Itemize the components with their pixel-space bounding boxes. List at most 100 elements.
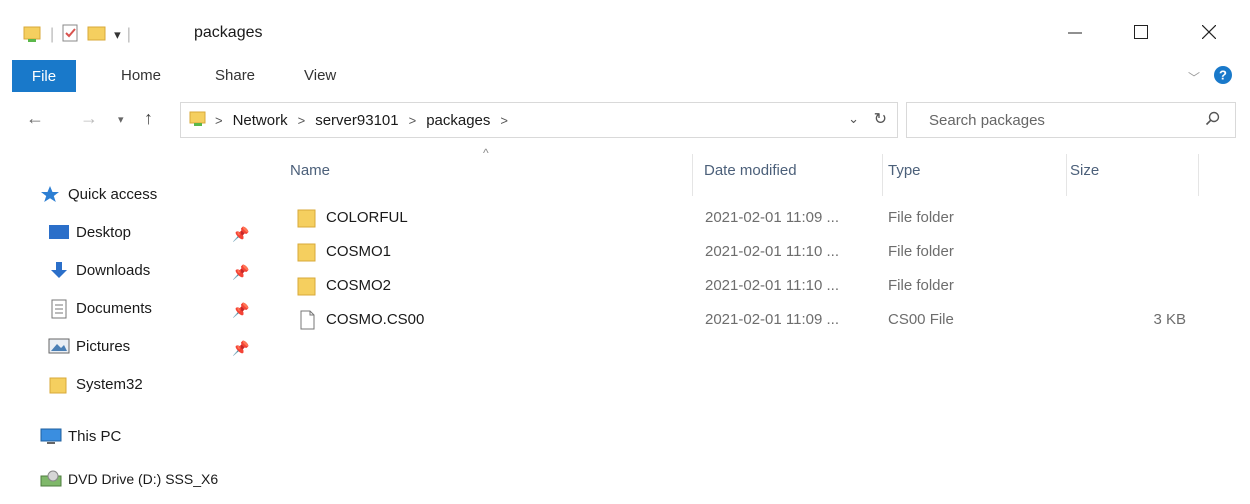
title-bar: | ▾ | packages — [0, 0, 1250, 66]
navigation-pane: Quick access Desktop 📌 Downloads 📌 Docum… — [0, 150, 265, 504]
computer-icon — [40, 427, 62, 445]
folder-icon — [296, 275, 318, 301]
maximize-button[interactable] — [1118, 12, 1164, 52]
file-list: ^ Name Date modified Type Size COLORFUL … — [270, 146, 1250, 504]
window-title: packages — [194, 24, 263, 41]
tab-home[interactable]: Home — [121, 67, 161, 84]
pin-icon[interactable]: 📌 — [232, 302, 249, 319]
ribbon-tabs: File Home Share View ﹀ ? — [0, 60, 1250, 92]
search-icon — [1205, 111, 1221, 131]
table-row[interactable]: COSMO2 2021-02-01 11:10 ... File folder — [290, 269, 1230, 303]
svg-text:?: ? — [1219, 68, 1227, 83]
navigation-bar: ← → ▾ ↑ > Network > server93101 > packag… — [0, 100, 1250, 142]
refresh-icon[interactable]: ↻ — [874, 109, 887, 129]
expand-ribbon-icon[interactable]: ﹀ — [1188, 69, 1200, 86]
quick-access-toolbar: | ▾ | — [22, 22, 131, 48]
folder-icon — [296, 207, 318, 233]
desktop-icon — [48, 223, 70, 241]
file-name: COLORFUL — [326, 209, 408, 226]
nav-item-this-pc[interactable]: This PC — [40, 427, 121, 445]
column-header-type[interactable]: Type — [888, 162, 921, 179]
breadcrumb-separator[interactable]: > — [215, 113, 223, 128]
network-folder-icon — [189, 108, 209, 132]
folder-icon — [296, 241, 318, 267]
file-type: File folder — [888, 277, 954, 294]
nav-item-quick-access[interactable]: Quick access — [40, 185, 157, 203]
pin-icon[interactable]: 📌 — [232, 226, 249, 243]
file-type: File folder — [888, 209, 954, 226]
nav-item-system32[interactable]: System32 — [48, 375, 143, 394]
file-name: COSMO2 — [326, 277, 392, 294]
file-name: COSMO1 — [326, 243, 392, 260]
file-size: 3 KB — [1153, 311, 1186, 328]
nav-item-label: System32 — [76, 375, 143, 393]
nav-item-label: This PC — [68, 427, 122, 445]
pin-icon[interactable]: 📌 — [232, 340, 249, 357]
close-button[interactable] — [1186, 12, 1232, 52]
nav-item-downloads[interactable]: Downloads — [48, 261, 150, 279]
star-icon — [40, 185, 62, 203]
breadcrumb-separator[interactable]: > — [409, 113, 417, 128]
file-date: 2021-02-01 11:09 ... — [705, 209, 839, 226]
table-row[interactable]: COLORFUL 2021-02-01 11:09 ... File folde… — [290, 201, 1230, 235]
column-divider[interactable] — [1198, 154, 1199, 196]
properties-icon[interactable] — [60, 23, 80, 47]
table-row[interactable]: COSMO.CS00 2021-02-01 11:09 ... CS00 Fil… — [290, 303, 1230, 337]
close-icon — [1202, 25, 1216, 39]
file-date: 2021-02-01 11:10 ... — [705, 243, 839, 260]
download-icon — [48, 261, 70, 279]
up-arrow-icon[interactable]: ↑ — [144, 108, 153, 129]
toolbar-divider: | — [50, 26, 55, 43]
nav-item-label: Pictures — [76, 337, 131, 355]
nav-item-pictures[interactable]: Pictures — [48, 337, 130, 355]
file-icon — [296, 309, 318, 335]
address-dropdown-icon[interactable]: ⌄ — [848, 111, 859, 127]
nav-item-label: Desktop — [76, 223, 132, 241]
minimize-button[interactable] — [1052, 12, 1098, 52]
search-box[interactable]: Search packages — [906, 102, 1236, 138]
back-arrow-icon[interactable]: ← — [26, 108, 44, 129]
maximize-icon — [1134, 25, 1148, 39]
file-type: File folder — [888, 243, 954, 260]
new-folder-icon[interactable] — [86, 22, 108, 48]
customize-toolbar-icon[interactable]: ▾ — [114, 27, 121, 43]
nav-item-label: Downloads — [76, 261, 151, 279]
file-type: CS00 File — [888, 311, 954, 328]
column-header-size[interactable]: Size — [1070, 162, 1099, 179]
folder-network-icon[interactable] — [22, 22, 44, 48]
table-row[interactable]: COSMO1 2021-02-01 11:10 ... File folder — [290, 235, 1230, 269]
sort-ascending-icon: ^ — [483, 146, 489, 160]
nav-item-label: Documents — [76, 299, 152, 317]
breadcrumb-packages[interactable]: packages — [426, 112, 490, 129]
help-icon[interactable]: ? — [1214, 66, 1232, 88]
breadcrumb-separator[interactable]: > — [298, 113, 306, 128]
minimize-icon — [1068, 32, 1082, 34]
pin-icon[interactable]: 📌 — [232, 264, 249, 281]
nav-item-documents[interactable]: Documents — [48, 299, 152, 319]
breadcrumb-network[interactable]: Network — [233, 112, 288, 129]
tab-file[interactable]: File — [12, 60, 76, 92]
tab-share[interactable]: Share — [215, 67, 255, 84]
nav-item-dvd-drive[interactable]: DVD Drive (D:) SSS_X6 — [40, 470, 218, 488]
column-header-date[interactable]: Date modified — [704, 162, 797, 179]
recent-locations-icon[interactable]: ▾ — [118, 113, 124, 126]
folder-icon — [48, 375, 70, 394]
file-date: 2021-02-01 11:09 ... — [705, 311, 839, 328]
column-divider[interactable] — [692, 154, 693, 196]
nav-item-desktop[interactable]: Desktop — [48, 223, 131, 241]
toolbar-divider: | — [126, 26, 131, 43]
breadcrumb-separator[interactable]: > — [500, 113, 508, 128]
column-header-name[interactable]: Name — [290, 162, 330, 179]
forward-arrow-icon[interactable]: → — [80, 108, 98, 129]
search-input[interactable]: Search packages — [929, 112, 1045, 129]
nav-item-label: Quick access — [68, 185, 158, 203]
column-divider[interactable] — [1066, 154, 1067, 196]
pictures-icon — [48, 337, 70, 355]
tab-view[interactable]: View — [304, 67, 336, 84]
address-bar[interactable]: > Network > server93101 > packages > ⌄ ↻ — [180, 102, 898, 138]
dvd-icon — [40, 470, 62, 488]
documents-icon — [48, 299, 70, 319]
column-divider[interactable] — [882, 154, 883, 196]
breadcrumb-server[interactable]: server93101 — [315, 112, 398, 129]
file-name: COSMO.CS00 — [326, 311, 425, 328]
